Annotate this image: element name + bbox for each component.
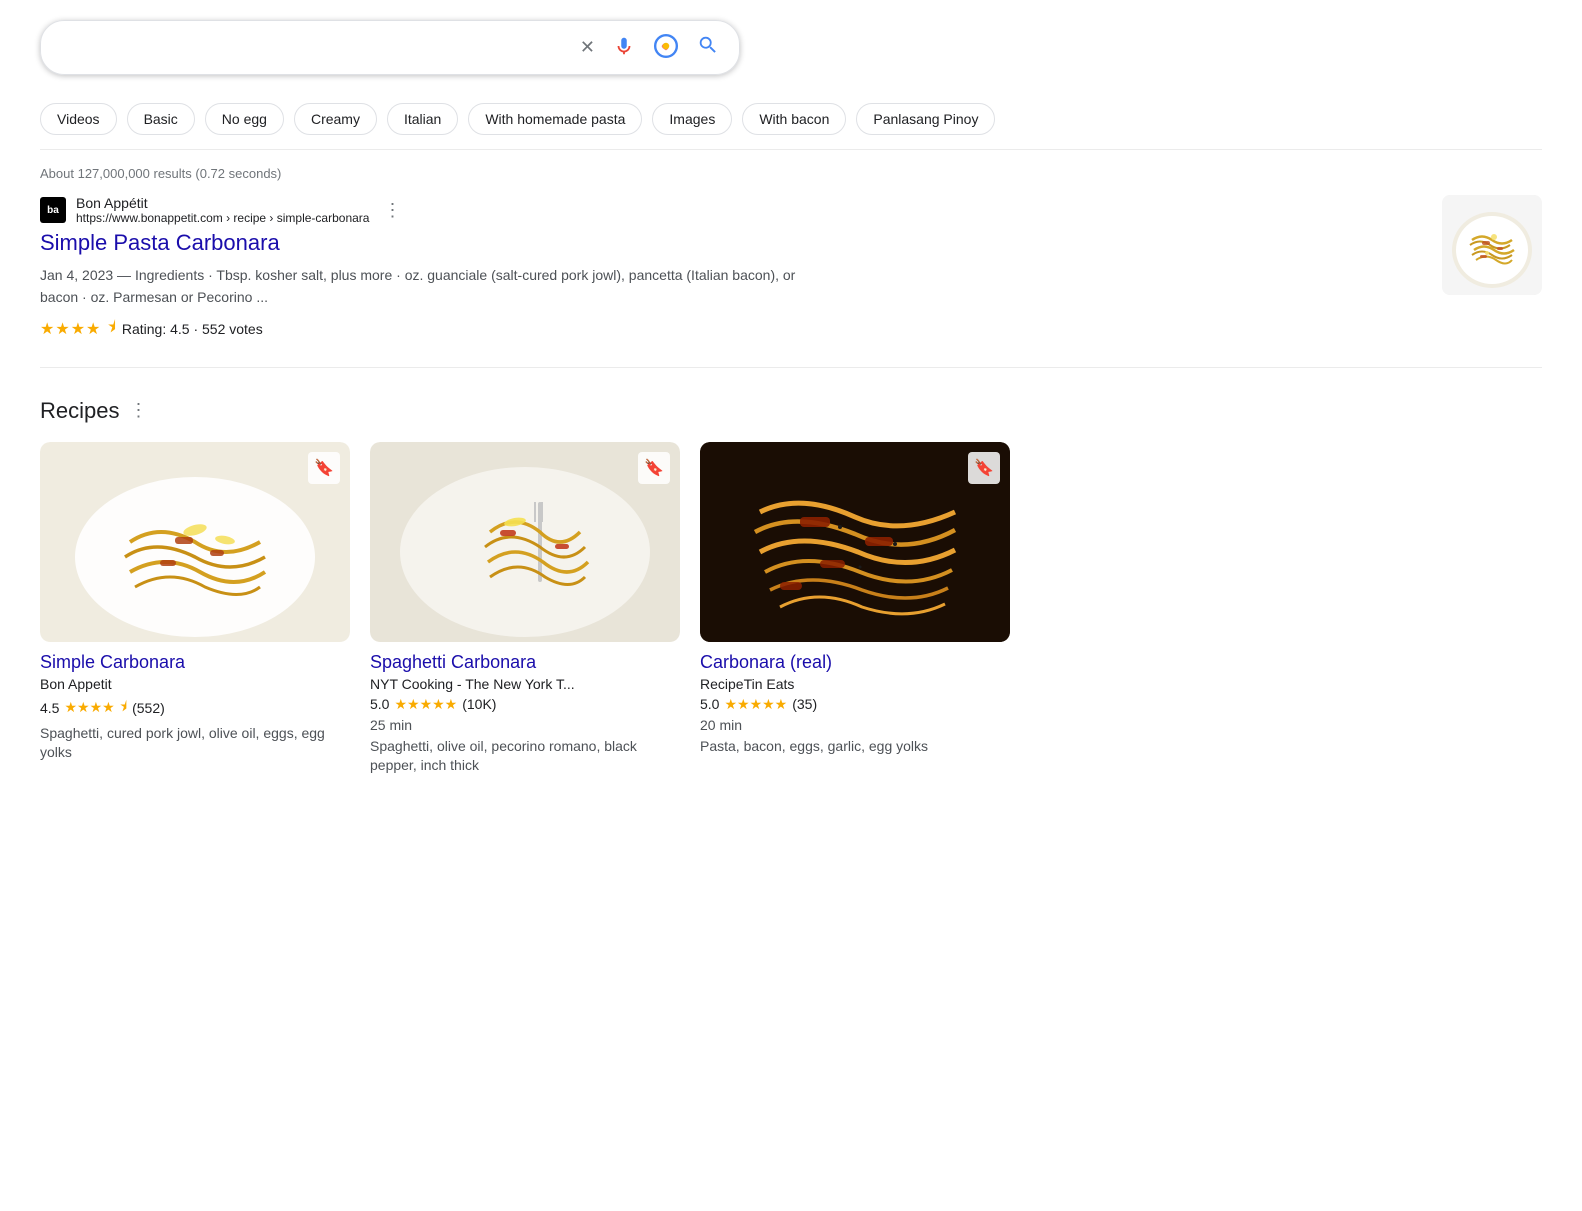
chip-creamy[interactable]: Creamy xyxy=(294,103,377,135)
more-options-icon[interactable]: ⋮ xyxy=(383,200,401,221)
voice-search-button[interactable] xyxy=(611,33,637,62)
recipe-source-2: NYT Cooking - The New York T... xyxy=(370,676,680,692)
search-input[interactable]: carbonara recipe xyxy=(59,37,578,58)
bookmark-button-2[interactable]: 🔖 xyxy=(638,452,670,484)
bookmark-icon-2: 🔖 xyxy=(644,458,664,478)
recipe-card-2[interactable]: 🔖 Spaghetti Carbonara NYT Cooking - The … xyxy=(370,442,680,776)
chip-basic[interactable]: Basic xyxy=(127,103,195,135)
clear-icon: ✕ xyxy=(580,37,595,58)
source-logo: ba xyxy=(40,197,66,223)
filter-chips: Videos Basic No egg Creamy Italian With … xyxy=(40,93,1542,150)
chip-panlasang[interactable]: Panlasang Pinoy xyxy=(856,103,995,135)
source-info: Bon Appétit https://www.bonappetit.com ›… xyxy=(76,195,369,225)
mic-icon xyxy=(613,35,635,60)
search-icon xyxy=(697,34,719,62)
chip-italian[interactable]: Italian xyxy=(387,103,458,135)
recipe-rating-3: 5.0 ★★★★★ (35) xyxy=(700,696,1010,713)
recipe-source-1: Bon Appetit xyxy=(40,676,350,692)
recipe-image-1: 🔖 xyxy=(40,442,350,642)
recipe-rating-1: 4.5 ★★★★ ⯨ (552) xyxy=(40,696,350,720)
recipe-rating-count-1: (552) xyxy=(132,700,165,716)
recipe-thumbnail-2 xyxy=(370,442,680,642)
thumbnail-image xyxy=(1442,195,1542,295)
recipe-rating-value-2: 5.0 xyxy=(370,696,389,712)
source-url: https://www.bonappetit.com › recipe › si… xyxy=(76,211,369,225)
recipe-half-star-1: ⯨ xyxy=(120,696,127,720)
recipes-header: Recipes ⋮ xyxy=(40,398,1542,424)
source-name: Bon Appétit xyxy=(76,195,369,211)
rating-row: ★★★★ ⯨ Rating: 4.5 · 552 votes xyxy=(40,316,820,343)
recipe-stars-3: ★★★★★ xyxy=(724,696,787,713)
recipe-time-3: 20 min xyxy=(700,717,1010,733)
image-search-button[interactable] xyxy=(651,31,681,64)
bookmark-button-1[interactable]: 🔖 xyxy=(308,452,340,484)
first-result: ba Bon Appétit https://www.bonappetit.co… xyxy=(40,195,1542,368)
recipe-rating-value-1: 4.5 xyxy=(40,700,59,716)
results-count: About 127,000,000 results (0.72 seconds) xyxy=(40,150,1542,195)
lens-icon xyxy=(653,33,679,62)
recipe-rating-value-3: 5.0 xyxy=(700,696,719,712)
source-row: ba Bon Appétit https://www.bonappetit.co… xyxy=(40,195,820,225)
recipes-section-title: Recipes xyxy=(40,398,119,424)
bookmark-icon-3: 🔖 xyxy=(974,458,994,478)
search-bar: carbonara recipe ✕ xyxy=(40,20,740,75)
result-thumbnail[interactable] xyxy=(1442,195,1542,295)
bookmark-icon-1: 🔖 xyxy=(314,458,334,478)
recipe-thumbnail-1 xyxy=(40,442,350,642)
search-button[interactable] xyxy=(695,32,721,64)
recipe-card-1[interactable]: 🔖 Simple Carbonara Bon Appetit 4.5 ★★★★ ⯨… xyxy=(40,442,350,776)
recipe-image-3: 🔖 xyxy=(700,442,1010,642)
recipes-more-icon[interactable]: ⋮ xyxy=(129,400,147,421)
recipe-stars-1: ★★★★ xyxy=(64,699,114,716)
recipe-desc-1: Spaghetti, cured pork jowl, olive oil, e… xyxy=(40,724,350,763)
recipe-desc-2: Spaghetti, olive oil, pecorino romano, b… xyxy=(370,737,680,776)
recipe-title-1[interactable]: Simple Carbonara xyxy=(40,652,350,673)
recipe-rating-count-2: (10K) xyxy=(462,696,496,712)
chip-bacon[interactable]: With bacon xyxy=(742,103,846,135)
recipe-rating-2: 5.0 ★★★★★ (10K) xyxy=(370,696,680,713)
star-rating: ★★★★ xyxy=(40,319,101,339)
recipe-image-2: 🔖 xyxy=(370,442,680,642)
result-snippet: Jan 4, 2023 — Ingredients · Tbsp. kosher… xyxy=(40,264,820,308)
recipe-rating-count-3: (35) xyxy=(792,696,817,712)
clear-button[interactable]: ✕ xyxy=(578,35,597,60)
recipe-title-3[interactable]: Carbonara (real) xyxy=(700,652,1010,673)
recipe-thumbnail-3 xyxy=(700,442,1010,642)
recipe-stars-2: ★★★★★ xyxy=(394,696,457,713)
recipes-section: Recipes ⋮ xyxy=(40,398,1542,776)
chip-videos[interactable]: Videos xyxy=(40,103,117,135)
bookmark-button-3[interactable]: 🔖 xyxy=(968,452,1000,484)
recipe-card-3[interactable]: 🔖 Carbonara (real) RecipeTin Eats 5.0 ★★… xyxy=(700,442,1010,776)
chip-no-egg[interactable]: No egg xyxy=(205,103,284,135)
recipe-source-3: RecipeTin Eats xyxy=(700,676,1010,692)
recipe-cards: 🔖 Simple Carbonara Bon Appetit 4.5 ★★★★ ⯨… xyxy=(40,442,1542,776)
recipe-title-2[interactable]: Spaghetti Carbonara xyxy=(370,652,680,673)
chip-images[interactable]: Images xyxy=(652,103,732,135)
result-title-link[interactable]: Simple Pasta Carbonara xyxy=(40,229,820,258)
recipe-desc-3: Pasta, bacon, eggs, garlic, egg yolks xyxy=(700,737,1010,757)
half-star-icon: ⯨ xyxy=(107,316,115,343)
recipe-time-2: 25 min xyxy=(370,717,680,733)
rating-label: Rating: 4.5 · 552 votes xyxy=(122,321,263,337)
chip-homemade-pasta[interactable]: With homemade pasta xyxy=(468,103,642,135)
